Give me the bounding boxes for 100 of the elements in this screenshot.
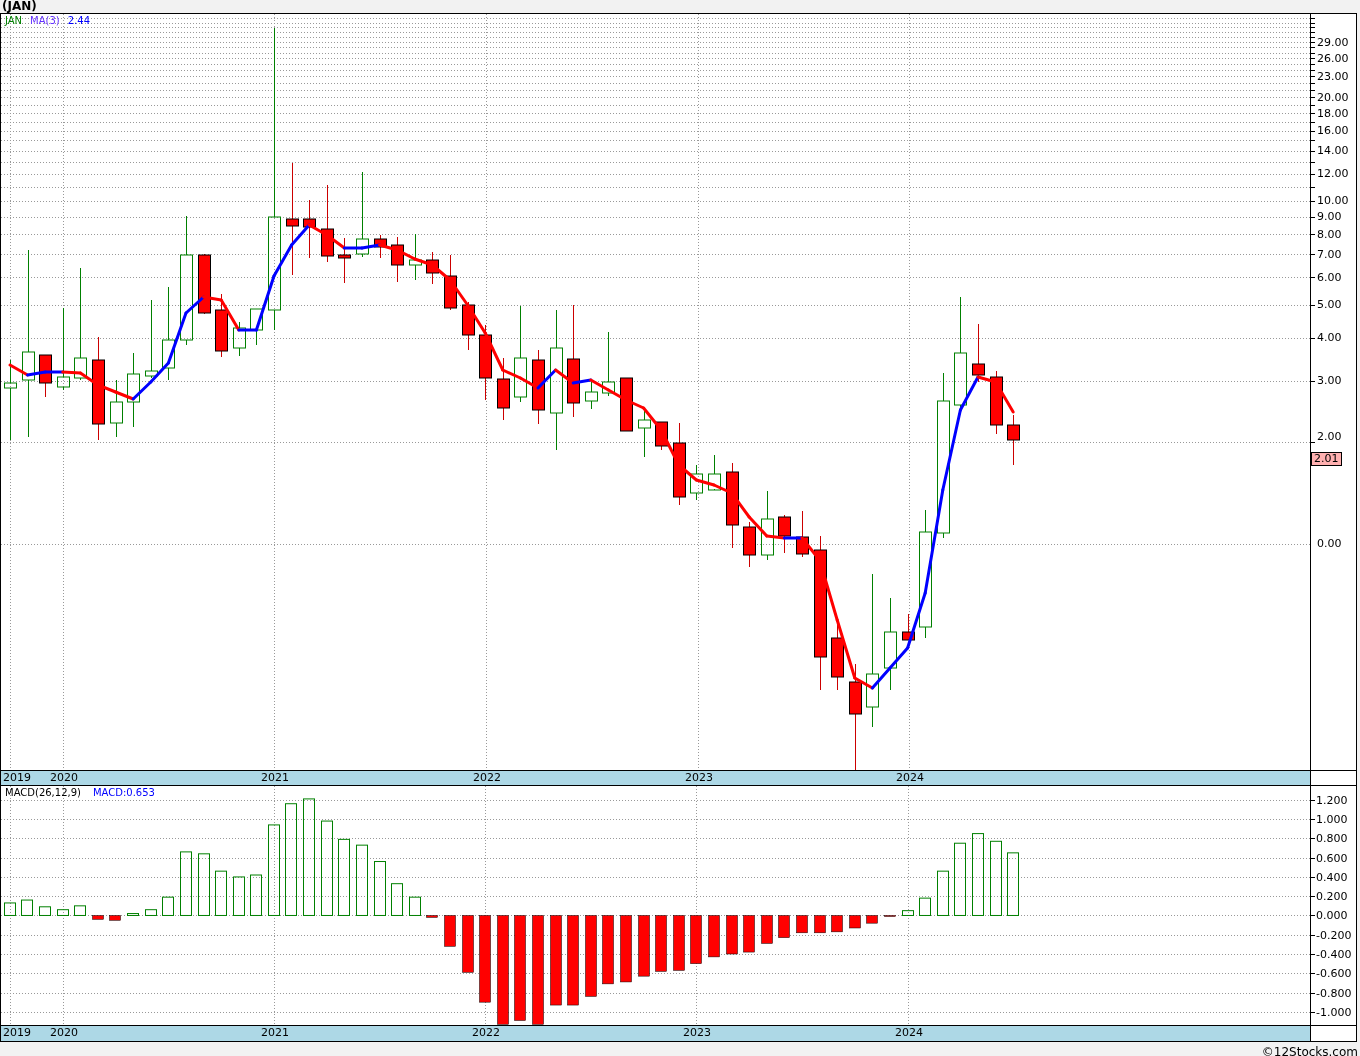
macd-bar [778,915,790,938]
legend-label: JAN [5,15,23,27]
macd-bar [39,906,51,916]
axis-label: 5.00 [1317,299,1342,311]
last-price-badge: 2.01 [1311,452,1342,466]
candle [497,357,510,421]
axis-label: 29.00 [1317,37,1349,49]
axis-label: 9.00 [1317,211,1342,223]
axis-label: 0.600 [1316,852,1348,865]
axis-label: 8.00 [1317,229,1342,241]
date-label: 2023 [683,1026,711,1040]
macd-bar [444,915,456,947]
candle [902,613,915,641]
macd-bar [1007,852,1019,916]
legend-label: 2.44 [67,15,90,27]
date-label: 2023 [685,771,713,785]
candle [198,253,211,315]
candle [110,379,123,438]
legend-label: MACD(26,12,9) [5,787,81,799]
candle [690,464,703,501]
axis-label: 20.00 [1317,92,1349,104]
axis-label: 16.00 [1317,125,1349,137]
candle [462,301,475,351]
macd-bar [426,915,438,918]
candle [444,254,457,311]
macd-bar [356,844,368,916]
date-label: 2020 [50,1026,78,1040]
macd-bar [638,915,650,977]
axis-label: 26.00 [1317,53,1349,65]
date-label: 2021 [261,1026,289,1040]
candle [743,521,756,568]
macd-bar [391,883,403,916]
macd-bar [602,915,614,985]
macd-bar [690,915,702,964]
macd-bar [726,915,738,955]
candle [778,514,791,554]
candle [1007,414,1020,466]
axis-label: 6.00 [1317,272,1342,284]
date-label: 2021 [261,771,289,785]
axis-label: 10.00 [1317,195,1349,207]
date-label: 2024 [895,1026,923,1040]
candle [250,308,263,346]
axis-label: 2.00 [1317,431,1342,443]
macd-bar [902,910,914,916]
axis-label: 0.200 [1316,890,1348,903]
macd-bar [796,915,808,934]
candle [303,199,316,259]
legend-label: MACD:0.653 [92,787,155,799]
axis-label: 14.00 [1317,145,1349,157]
axis-label: -0.200 [1316,929,1352,942]
candle [602,331,615,397]
macd-bar [831,915,843,933]
macd-bar [708,915,720,958]
candle [638,409,651,458]
macd-bar [673,915,685,971]
axis-label: -0.800 [1316,987,1352,1000]
macd-bar [74,905,86,916]
candle [761,490,774,561]
macd-bar [109,915,121,921]
date-label: 2019 [3,771,31,785]
chart-title: (JAN) [1,0,38,13]
axis-label: 0.00 [1317,538,1342,550]
candle [391,236,404,283]
candle [39,354,52,398]
macd-bar [57,909,69,916]
macd-bar [919,897,931,916]
axis-label: 12.00 [1317,168,1349,180]
macd-bar [250,874,262,916]
macd-bar [4,902,16,916]
candle [620,377,633,432]
macd-bar [92,915,104,920]
macd-bar [849,915,861,929]
macd-bar [233,876,245,916]
macd-bar [866,915,878,924]
axis-label: -0.400 [1316,948,1352,961]
axis-label: -0.600 [1316,967,1352,980]
macd-bar [162,896,174,916]
date-label: 2019 [3,1026,31,1040]
date-label: 2022 [473,771,501,785]
macd-bar [215,870,227,916]
macd-bar [21,899,33,916]
candle [585,381,598,410]
axis-label: 0.800 [1316,832,1348,845]
candle [338,237,351,284]
axis-label: 1.000 [1316,813,1348,826]
copyright-text: ©12Stocks.com [1261,1045,1358,1056]
candle [409,233,422,281]
axis-label: 1.200 [1316,794,1348,807]
macd-bar [145,909,157,916]
axis-label: 23.00 [1317,71,1349,83]
candle [233,321,246,357]
axis-label: 3.00 [1317,375,1342,387]
date-label: 2024 [896,771,924,785]
macd-bar [409,896,421,916]
candle [796,510,809,558]
date-label: 2022 [472,1026,500,1040]
candle [972,323,985,383]
axis-label: 18.00 [1317,108,1349,120]
macd-bar [180,851,192,916]
axis-label: -1.000 [1316,1006,1352,1019]
